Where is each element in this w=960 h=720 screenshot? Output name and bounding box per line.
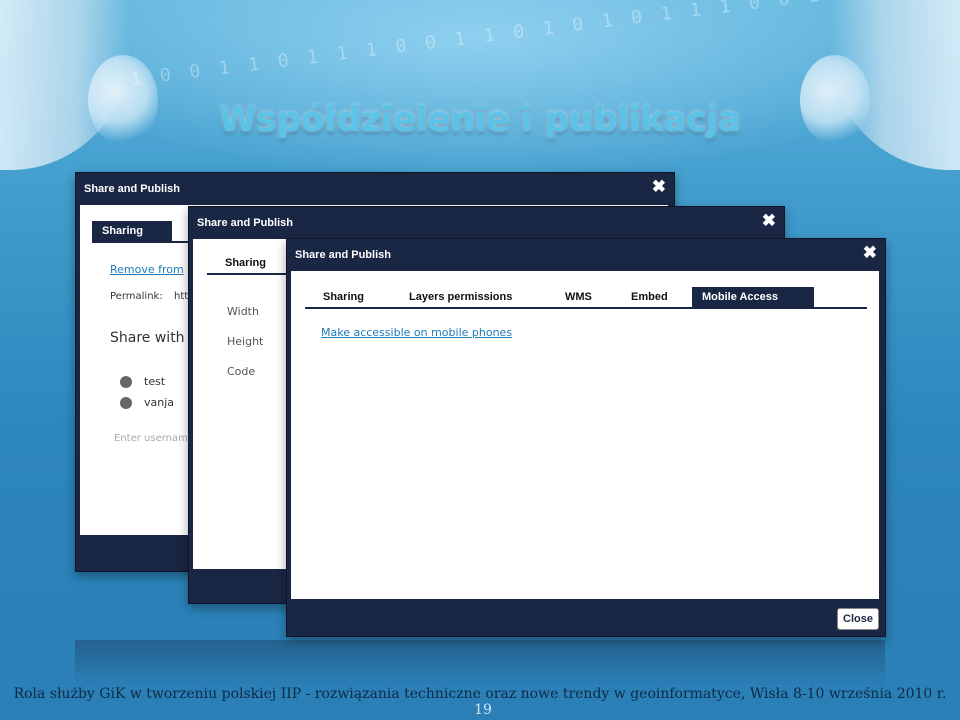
code-label: Code bbox=[227, 365, 256, 378]
window-body: Sharing Layers permissions WMS Embed Mob… bbox=[291, 271, 879, 599]
height-label: Height bbox=[227, 335, 264, 348]
close-icon[interactable]: ✖ bbox=[652, 177, 666, 197]
mobile-access-link[interactable]: Make accessible on mobile phones bbox=[321, 326, 512, 339]
share-publish-window-front: Share and Publish ✖ Sharing Layers permi… bbox=[286, 238, 886, 637]
window-title: Share and Publish bbox=[84, 183, 180, 195]
close-icon[interactable]: ✖ bbox=[762, 211, 776, 231]
user-icon bbox=[120, 397, 132, 409]
tab-sharing[interactable]: Sharing bbox=[92, 221, 172, 241]
slide-footer: Rola służby GiK w tworzeniu polskiej IIP… bbox=[0, 686, 960, 718]
window-header: Share and Publish ✖ bbox=[189, 207, 784, 239]
window-title: Share and Publish bbox=[295, 249, 391, 261]
slide-title: Współdzielenie i publikacja bbox=[218, 100, 742, 140]
user-name: vanja bbox=[144, 396, 175, 409]
share-with-heading: Share with bbox=[110, 330, 185, 346]
tab-underline bbox=[305, 307, 867, 309]
username-input[interactable]: Enter username bbox=[114, 433, 194, 444]
permalink-label: Permalink: bbox=[110, 291, 163, 302]
remove-link[interactable]: Remove from bbox=[110, 263, 184, 276]
window-reflection bbox=[75, 640, 885, 686]
tab-underline bbox=[92, 241, 192, 243]
tab-mobile-access[interactable]: Mobile Access bbox=[692, 287, 814, 307]
user-row: test bbox=[120, 375, 165, 388]
tab-underline bbox=[207, 273, 287, 275]
tab-sharing[interactable]: Sharing bbox=[215, 253, 276, 273]
close-icon[interactable]: ✖ bbox=[863, 243, 877, 263]
user-row: vanja bbox=[120, 396, 174, 409]
tab-wms[interactable]: WMS bbox=[555, 287, 602, 307]
user-icon bbox=[120, 376, 132, 388]
tab-layers-permissions[interactable]: Layers permissions bbox=[399, 287, 522, 307]
tab-sharing[interactable]: Sharing bbox=[313, 287, 374, 307]
window-header: Share and Publish ✖ bbox=[287, 239, 885, 271]
user-name: test bbox=[144, 375, 166, 388]
window-header: Share and Publish ✖ bbox=[76, 173, 674, 205]
page-number: 19 bbox=[474, 702, 492, 718]
close-button[interactable]: Close bbox=[837, 608, 879, 630]
window-title: Share and Publish bbox=[197, 217, 293, 229]
tab-embed[interactable]: Embed bbox=[621, 287, 678, 307]
width-label: Width bbox=[227, 305, 259, 318]
footer-text: Rola służby GiK w tworzeniu polskiej IIP… bbox=[13, 686, 947, 702]
